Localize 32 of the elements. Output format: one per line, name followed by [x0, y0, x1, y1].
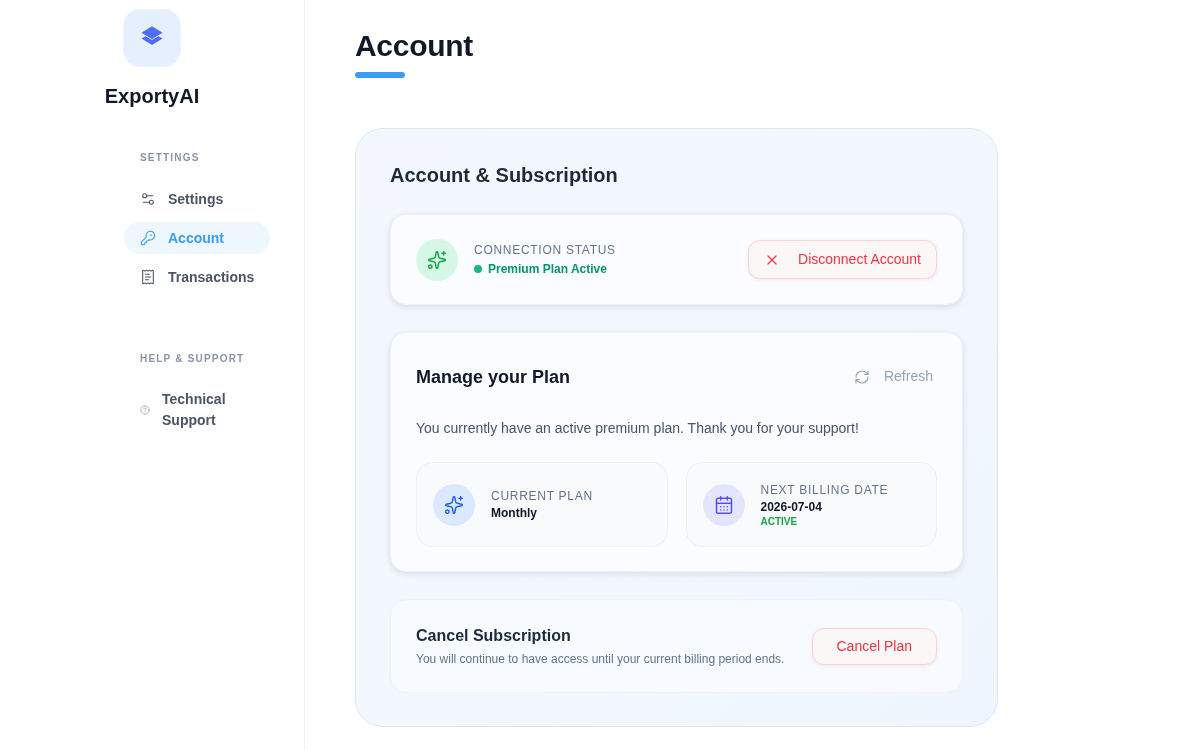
calendar-icon	[702, 483, 745, 526]
app-name: ExportyAI	[104, 84, 200, 108]
page-title: Account	[355, 28, 473, 64]
plan-title: Manage your Plan	[416, 365, 571, 389]
detail-value: Monthly	[491, 505, 537, 521]
status-text: Premium Plan Active	[488, 261, 607, 277]
status-text: ACTIVE	[760, 515, 798, 528]
section-heading: HELP & SUPPORT	[139, 353, 245, 365]
refresh-icon	[853, 368, 870, 385]
nav-item[interactable]: Account	[124, 222, 270, 254]
disconnect-button[interactable]: Disconnect Account	[748, 240, 937, 279]
detail-value: 2026-07-04	[760, 498, 822, 515]
refresh-button[interactable]: Refresh	[843, 362, 943, 391]
nav-item[interactable]: Transactions	[124, 261, 270, 293]
detail-label: NEXT BILLING DATE	[760, 481, 889, 498]
receipt-icon	[140, 269, 156, 285]
plan-message: You currently have an active premium plan. Thank you for your support!	[416, 419, 859, 438]
sparkles-icon	[433, 483, 475, 526]
detail-label: CURRENT PLAN	[491, 488, 593, 504]
layers-logo-icon	[124, 10, 180, 66]
section-heading: SETTINGS	[139, 152, 200, 164]
status-label: CONNECTION STATUS	[474, 242, 616, 258]
card-title: Account & Subscription	[390, 163, 618, 187]
cancel-description: You will continue to have access until your current billing period ends.	[416, 650, 785, 667]
help-icon	[140, 405, 150, 415]
cancel-title: Cancel Subscription	[416, 625, 571, 646]
sliders-icon	[140, 191, 156, 207]
key-icon	[140, 230, 156, 246]
nav-item[interactable]: Settings	[124, 183, 270, 215]
sparkles-icon	[416, 238, 458, 281]
nav-item[interactable]: Technical Support	[124, 385, 270, 435]
cancel-plan-button[interactable]: Cancel Plan	[811, 627, 937, 665]
